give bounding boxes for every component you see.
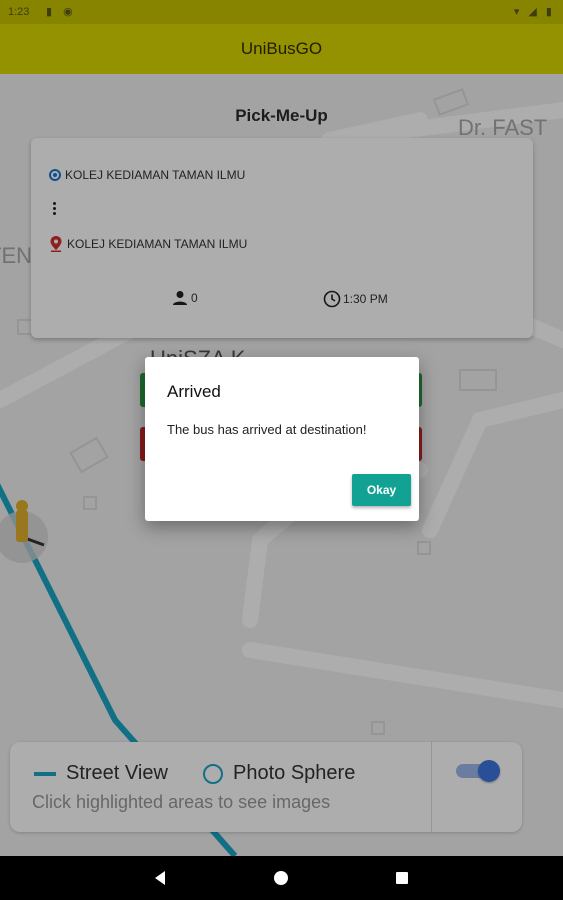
back-icon[interactable] — [152, 870, 168, 886]
dialog-message: The bus has arrived at destination! — [167, 422, 367, 437]
home-icon[interactable] — [273, 870, 289, 886]
dialog-title: Arrived — [167, 382, 221, 401]
system-nav-bar — [0, 856, 563, 900]
recents-icon[interactable] — [394, 870, 410, 886]
okay-button[interactable]: Okay — [352, 474, 411, 506]
arrived-dialog: Arrived The bus has arrived at destinati… — [145, 357, 419, 521]
